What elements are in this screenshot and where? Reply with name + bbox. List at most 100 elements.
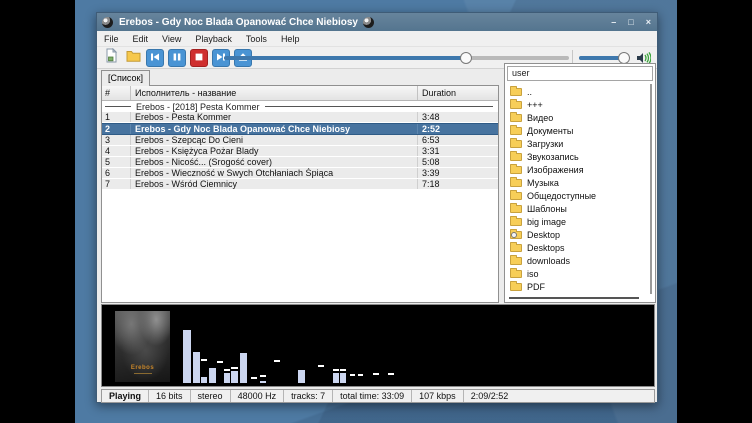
folder-item[interactable]: Видео [506, 111, 650, 124]
folder-name: Desktop [527, 230, 560, 240]
album-art-subtitle-line [134, 373, 152, 374]
sidebar-vertical-scrollbar[interactable] [650, 84, 652, 294]
seek-slider[interactable] [224, 56, 569, 60]
table-row[interactable]: 3Erebos - Szepcąc Do Cieni6:53 [102, 135, 498, 146]
playlist-header: # Исполнитель - название Duration [102, 86, 498, 101]
close-button[interactable]: × [646, 13, 651, 31]
folder-name: Общедоступные [527, 191, 596, 201]
folder-name: Изображения [527, 165, 584, 175]
folder-name: Музыка [527, 178, 559, 188]
folder-item[interactable]: Музыка [506, 176, 650, 189]
menu-item-file[interactable]: File [104, 34, 119, 44]
minimize-button[interactable]: – [611, 13, 616, 31]
group-label: Erebos - [2018] Pesta Kommer [136, 102, 260, 112]
folder-icon [510, 140, 522, 148]
table-row[interactable]: 7Erebos - Wśród Ciemnicy7:18 [102, 179, 498, 190]
spectrum-peak [340, 369, 346, 371]
folder-item[interactable]: .. [506, 85, 650, 98]
spectrum-peak [260, 375, 266, 377]
prev-icon [150, 49, 160, 67]
folder-name: Звукозапись [527, 152, 579, 162]
track-number: 7 [102, 179, 131, 189]
track-duration: 3:31 [418, 146, 498, 156]
status-item: total time: 33:09 [333, 390, 412, 402]
folder-name: Шаблоны [527, 204, 567, 214]
folder-icon [510, 166, 522, 174]
spectrum-peak [373, 373, 379, 375]
folder-icon [510, 218, 522, 226]
table-row[interactable]: 6Erebos - Wieczność w Swych Otchłaniach … [102, 168, 498, 179]
folder-icon [510, 179, 522, 187]
folder-item[interactable]: iso [506, 267, 650, 280]
open-file-button[interactable] [102, 49, 120, 67]
spectrum-bar [340, 373, 346, 383]
maximize-button[interactable]: □ [628, 13, 633, 31]
menu-item-help[interactable]: Help [281, 34, 300, 44]
file-browser: user ..+++ВидеоДокументы Загрузки Звукозап… [504, 63, 656, 303]
seek-fill [224, 56, 466, 60]
folder-item[interactable]: Документы [506, 124, 650, 137]
spectrum-bar [240, 353, 247, 383]
folder-icon [510, 101, 522, 109]
folder-item[interactable]: big image [506, 215, 650, 228]
spectrum-peak [274, 360, 280, 362]
folder-item[interactable]: downloads [506, 254, 650, 267]
spectrum-peak [388, 373, 394, 375]
spectrum-peak [201, 359, 207, 361]
status-item: stereo [191, 390, 231, 402]
folder-item[interactable]: Звукозапись [506, 150, 650, 163]
menu-item-tools[interactable]: Tools [246, 34, 267, 44]
table-row[interactable]: 2Erebos - Gdy Noc Blada Opanować Chce Ni… [102, 123, 498, 135]
table-row[interactable]: 4Erebos - Księżyca Pożar Blady3:31 [102, 146, 498, 157]
menubar: File Edit View Playback Tools Help [97, 31, 657, 47]
folder-icon [510, 270, 522, 278]
column-header-number[interactable]: # [102, 86, 131, 100]
statusbar: Playing16 bitsstereo48000 Hztracks: 7tot… [101, 389, 655, 403]
status-item: 16 bits [149, 390, 191, 402]
folder-item[interactable]: Desktops [506, 241, 650, 254]
folder-item[interactable]: Desktop [506, 228, 650, 241]
folder-item[interactable]: +++ [506, 98, 650, 111]
album-art: Erebos [115, 311, 170, 382]
folder-item[interactable]: Общедоступные [506, 189, 650, 202]
folder-item[interactable]: Шаблоны [506, 202, 650, 215]
sidebar-horizontal-scrollbar[interactable] [509, 297, 639, 299]
previous-button[interactable] [146, 49, 164, 67]
stop-button[interactable] [190, 49, 208, 67]
column-header-artist-title[interactable]: Исполнитель - название [131, 86, 418, 100]
playlist-tab[interactable]: [Список] [101, 70, 150, 86]
spectrum-bar [201, 377, 207, 383]
stop-icon [194, 49, 204, 67]
table-row[interactable]: 5Erebos - Nicość... (Srogość cover)5:08 [102, 157, 498, 168]
table-row[interactable]: 1Erebos - Pesta Kommer3:48 [102, 112, 498, 123]
folder-item[interactable]: PDF [506, 280, 650, 293]
folder-icon [510, 88, 522, 96]
menu-item-view[interactable]: View [162, 34, 181, 44]
track-title: Erebos - Wśród Ciemnicy [131, 179, 418, 189]
pause-button[interactable] [168, 49, 186, 67]
volume-slider[interactable] [579, 56, 629, 60]
folder-item[interactable]: Изображения [506, 163, 650, 176]
track-number: 5 [102, 157, 131, 167]
record-icon [363, 17, 374, 28]
track-duration: 2:52 [418, 124, 498, 134]
titlebar[interactable]: Erebos - Gdy Noc Blada Opanować Chce Nie… [97, 13, 657, 31]
folder-name: Desktops [527, 243, 565, 253]
status-item: tracks: 7 [284, 390, 333, 402]
menu-item-edit[interactable]: Edit [133, 34, 149, 44]
spectrum-bar [224, 373, 230, 383]
screen-letterbox-left [0, 0, 75, 423]
add-folder-button[interactable] [124, 49, 142, 67]
track-duration: 6:53 [418, 135, 498, 145]
folder-name: Загрузки [527, 139, 563, 149]
path-input[interactable]: user [507, 66, 653, 81]
group-line-right [265, 106, 493, 107]
column-header-duration[interactable]: Duration [418, 86, 498, 100]
visualization-panel: Erebos [101, 304, 655, 387]
folder-icon [510, 244, 522, 252]
seek-handle[interactable] [460, 52, 472, 64]
menu-item-playback[interactable]: Playback [195, 34, 232, 44]
track-title: Erebos - Pesta Kommer [131, 112, 418, 122]
folder-name: PDF [527, 282, 545, 292]
folder-item[interactable]: Загрузки [506, 137, 650, 150]
